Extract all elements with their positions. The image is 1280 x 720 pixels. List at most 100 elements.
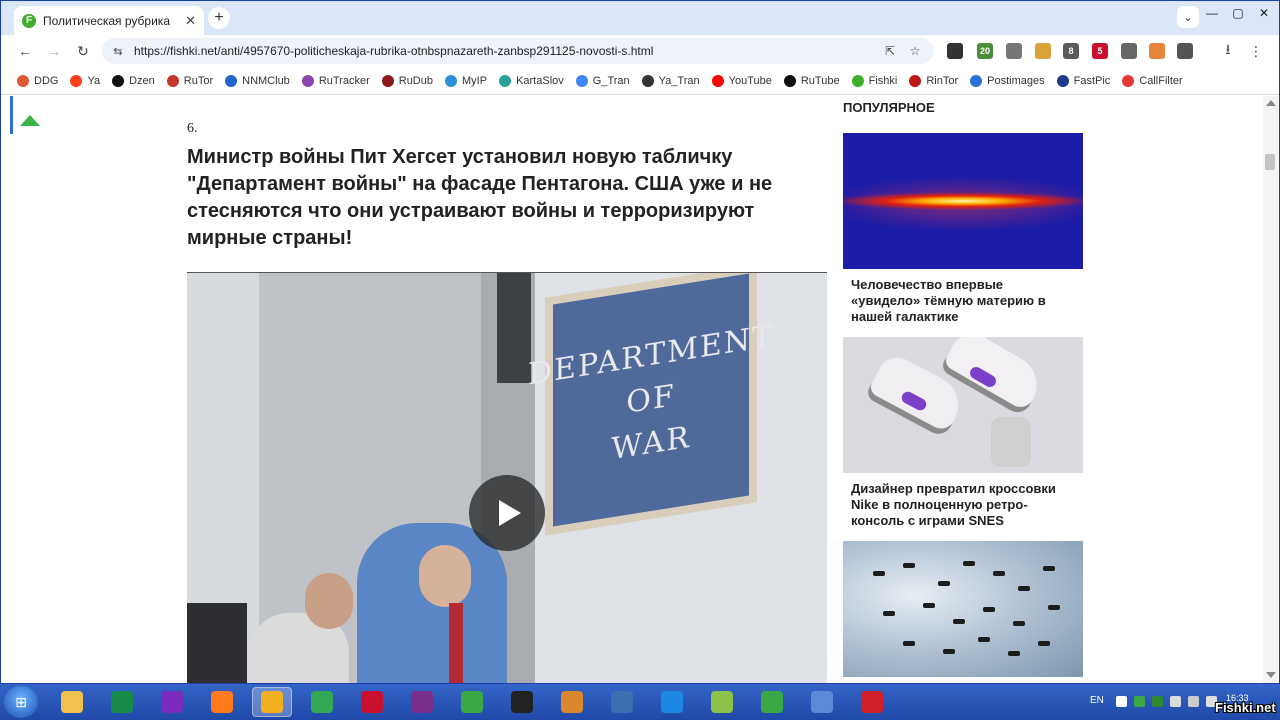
snes-controller	[991, 417, 1031, 467]
address-bar[interactable]: ⇆ https://fishki.net/anti/4957670-politi…	[102, 38, 934, 64]
menu-icon[interactable]: ⋮	[1246, 41, 1266, 61]
bookmark-fishki[interactable]: Fishki	[851, 74, 897, 87]
video-player[interactable]: DEPARTMENT OF WAR	[187, 272, 827, 683]
bookmark-nnmclub[interactable]: NNMClub	[225, 74, 290, 87]
taskbar-app-app-circle[interactable]	[102, 687, 142, 717]
popular-card-caption[interactable]: Дизайнер превратил кроссовки Nike в полн…	[851, 481, 1071, 529]
vscode-icon	[661, 691, 683, 713]
page-scrollbar[interactable]	[1263, 96, 1279, 683]
language-indicator[interactable]: EN	[1090, 695, 1104, 706]
drone-shape	[953, 619, 965, 624]
taskbar-app-notepad[interactable]	[702, 687, 742, 717]
shield-icon[interactable]	[1006, 43, 1022, 59]
extension-badge-icon[interactable]: 20	[977, 43, 993, 59]
volume-icon[interactable]	[1188, 696, 1199, 707]
bookmark-favicon-icon	[1122, 74, 1135, 87]
bookmark-favicon-icon	[17, 74, 29, 87]
popular-card-caption[interactable]: Человечество впервые «увидело» тёмную ма…	[851, 277, 1071, 325]
taskbar-app-box[interactable]	[552, 687, 592, 717]
install-app-icon[interactable]: ⇱	[882, 43, 898, 59]
video-person-head	[419, 545, 471, 607]
scroll-thumb[interactable]	[1265, 154, 1275, 170]
taskbar-app-app-p[interactable]	[852, 687, 892, 717]
department-plaque: DEPARTMENT OF WAR	[528, 273, 774, 527]
tray-app-icon[interactable]	[1134, 696, 1145, 707]
video-person-head	[305, 573, 353, 629]
forward-button[interactable]: →	[44, 41, 64, 61]
bookmark-favicon-icon	[225, 74, 238, 87]
popular-card-image[interactable]	[843, 337, 1083, 473]
close-window-button[interactable]: ✕	[1251, 4, 1277, 22]
taskbar-app-puzzle[interactable]	[452, 687, 492, 717]
taskbar-app-ninja[interactable]	[502, 687, 542, 717]
back-button[interactable]: ←	[15, 41, 35, 61]
bookmark-myip[interactable]: MyIP	[445, 74, 487, 87]
bookmark-rutor[interactable]: RuTor	[166, 74, 213, 87]
taskbar-app-app-active[interactable]	[252, 687, 292, 717]
bookmark-callfilter[interactable]: CallFilter	[1122, 74, 1183, 87]
tab-search-button[interactable]: ⌄	[1177, 6, 1199, 28]
bookmark-favicon-icon	[711, 74, 724, 87]
taskbar-app-utorrent[interactable]	[752, 687, 792, 717]
bookmarks-bar: DDG Ya Dzen RuTor NNMClub RuTracker RuDub MyIP K…	[1, 67, 1279, 95]
drone-shape	[943, 649, 955, 654]
taskbar-app-audio[interactable]	[152, 687, 192, 717]
left-accent-bar	[10, 96, 13, 134]
bookmark-favicon-icon	[499, 74, 512, 87]
bookmark-favicon-icon	[166, 74, 179, 87]
reload-button[interactable]: ↻	[73, 41, 93, 61]
start-button[interactable]: ⊞	[4, 686, 38, 718]
download-icon[interactable]: ⭳	[1218, 41, 1238, 61]
puzzle-icon[interactable]	[1177, 43, 1193, 59]
extension-icon[interactable]	[1149, 43, 1165, 59]
extension-icon[interactable]	[947, 43, 963, 59]
popular-card-image[interactable]	[843, 133, 1083, 269]
bookmark-dzen[interactable]: Dzen	[112, 74, 155, 87]
browser-window: F Политическая рубрика от N ✕ + ⌄ — ▢ ✕ …	[0, 0, 1280, 684]
taskbar-app-firefox[interactable]	[202, 687, 242, 717]
bookmark-rintor[interactable]: RinTor	[909, 74, 958, 87]
extension-badge-icon[interactable]: 8	[1063, 43, 1079, 59]
scroll-up-icon[interactable]	[20, 115, 40, 126]
url-text[interactable]: https://fishki.net/anti/4957670-politich…	[134, 44, 653, 58]
taskbar-app-vscode[interactable]	[652, 687, 692, 717]
taskbar-app-filezilla[interactable]	[352, 687, 392, 717]
taskbar-app-qbittorrent[interactable]	[802, 687, 842, 717]
tab-close-icon[interactable]: ✕	[185, 13, 196, 29]
extension-badge-icon[interactable]: 5	[1092, 43, 1108, 59]
drone-shape	[1013, 621, 1025, 626]
extension-icon[interactable]	[1035, 43, 1051, 59]
filezilla-icon	[361, 691, 383, 713]
tray-arrow-icon[interactable]	[1116, 696, 1127, 707]
bookmark-label: RuDub	[398, 74, 433, 87]
bookmark-youtube[interactable]: YouTube	[711, 74, 772, 87]
taskbar-app-winrar[interactable]	[402, 687, 442, 717]
scroll-up-arrow-icon[interactable]	[1266, 100, 1276, 106]
bookmark-star-icon[interactable]: ☆	[907, 43, 923, 59]
bookmark-rudub[interactable]: RuDub	[381, 74, 433, 87]
site-info-icon[interactable]: ⇆	[110, 43, 126, 59]
tab-active[interactable]: F Политическая рубрика от N ✕	[14, 6, 204, 35]
taskbar-app-network[interactable]	[602, 687, 642, 717]
drone-shape	[1018, 586, 1030, 591]
network-icon[interactable]	[1170, 696, 1181, 707]
bookmark-ya[interactable]: Ya	[70, 74, 100, 87]
maximize-button[interactable]: ▢	[1225, 4, 1251, 22]
popular-card-image[interactable]	[843, 541, 1083, 677]
bookmark-rutube[interactable]: RuTube	[783, 74, 840, 87]
scroll-down-arrow-icon[interactable]	[1266, 672, 1276, 678]
minimize-button[interactable]: —	[1199, 4, 1225, 22]
new-tab-button[interactable]: +	[208, 7, 230, 29]
bookmark-ya-tran[interactable]: Ya_Tran	[641, 74, 700, 87]
bookmark-postimages[interactable]: Postimages	[970, 74, 1045, 87]
play-button[interactable]	[469, 475, 545, 551]
trash-icon[interactable]	[1121, 43, 1137, 59]
bookmark-ddg[interactable]: DDG	[17, 74, 58, 87]
bookmark-fastpic[interactable]: FastPic	[1056, 74, 1110, 87]
bookmark-rutracker[interactable]: RuTracker	[301, 74, 370, 87]
bookmark-kartaslov[interactable]: KartaSlov	[499, 74, 564, 87]
tray-app-icon[interactable]	[1152, 696, 1163, 707]
taskbar-app-explorer[interactable]	[52, 687, 92, 717]
bookmark-g-tran[interactable]: G_Tran	[575, 74, 630, 87]
taskbar-app-chrome[interactable]	[302, 687, 342, 717]
